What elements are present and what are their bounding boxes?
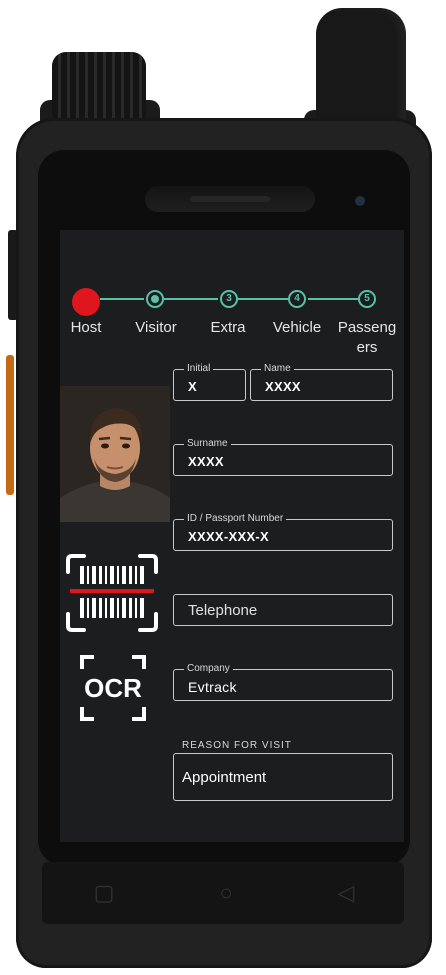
reason-for-visit-value: Appointment bbox=[182, 768, 267, 786]
step-extra-indicator[interactable]: 3 bbox=[220, 290, 238, 308]
surname-value: XXXX bbox=[188, 454, 224, 469]
reason-for-visit-label: REASON FOR VISIT bbox=[182, 740, 292, 751]
surname-field[interactable]: Surname XXXX bbox=[173, 438, 393, 476]
ocr-scan-icon[interactable]: OCR bbox=[80, 655, 146, 721]
antenna bbox=[316, 8, 406, 134]
step-connector bbox=[100, 298, 144, 300]
app-screen: 3 4 5 Host Visitor Extra Vehicle Passeng… bbox=[60, 230, 404, 842]
home-nav-icon[interactable]: ○ bbox=[206, 876, 246, 910]
step-connector bbox=[238, 298, 288, 300]
surname-label: Surname bbox=[184, 438, 231, 450]
volume-knob bbox=[52, 52, 146, 118]
reason-for-visit-select[interactable]: Appointment bbox=[173, 753, 393, 801]
earpiece-grille bbox=[190, 196, 270, 202]
company-field[interactable]: Company Evtrack bbox=[173, 663, 393, 701]
step-passengers-indicator[interactable]: 5 bbox=[358, 290, 376, 308]
telephone-placeholder: Telephone bbox=[188, 601, 258, 619]
company-label: Company bbox=[184, 663, 233, 675]
initial-field[interactable]: Initial X bbox=[173, 363, 246, 401]
step-passengers-label: Passeng ers bbox=[337, 319, 397, 356]
name-field[interactable]: Name XXXX bbox=[250, 363, 393, 401]
step-connector bbox=[164, 298, 218, 300]
square-nav-icon[interactable]: ▢ bbox=[84, 876, 124, 910]
company-value: Evtrack bbox=[188, 679, 237, 695]
ocr-label: OCR bbox=[84, 672, 142, 703]
barcode-scan-icon[interactable] bbox=[64, 554, 160, 632]
front-camera bbox=[355, 196, 365, 206]
id-passport-label: ID / Passport Number bbox=[184, 513, 287, 525]
step-extra-label: Extra bbox=[210, 319, 246, 336]
step-visitor-indicator[interactable] bbox=[146, 290, 164, 308]
initial-label: Initial bbox=[184, 363, 214, 375]
step-vehicle-label: Vehicle bbox=[272, 319, 322, 336]
step-vehicle-indicator[interactable]: 4 bbox=[288, 290, 306, 308]
back-nav-icon[interactable]: ◁ bbox=[326, 876, 366, 910]
step-host-indicator[interactable] bbox=[72, 288, 100, 316]
id-passport-field[interactable]: ID / Passport Number XXXX-XXX-X bbox=[173, 513, 393, 551]
step-host-label: Host bbox=[70, 319, 102, 336]
id-passport-value: XXXX-XXX-X bbox=[188, 529, 270, 544]
name-label: Name bbox=[261, 363, 294, 375]
portrait-image bbox=[60, 386, 170, 522]
phone-device: ▢ ○ ◁ 3 4 5 Host Visitor Extra Vehicle P… bbox=[0, 0, 446, 975]
visitor-photo[interactable] bbox=[60, 386, 170, 522]
telephone-field[interactable]: Telephone bbox=[173, 594, 393, 626]
ptt-button bbox=[6, 355, 14, 495]
initial-value: X bbox=[188, 379, 197, 394]
name-value: XXXX bbox=[265, 379, 301, 394]
step-connector bbox=[308, 298, 358, 300]
step-visitor-label: Visitor bbox=[135, 319, 177, 336]
